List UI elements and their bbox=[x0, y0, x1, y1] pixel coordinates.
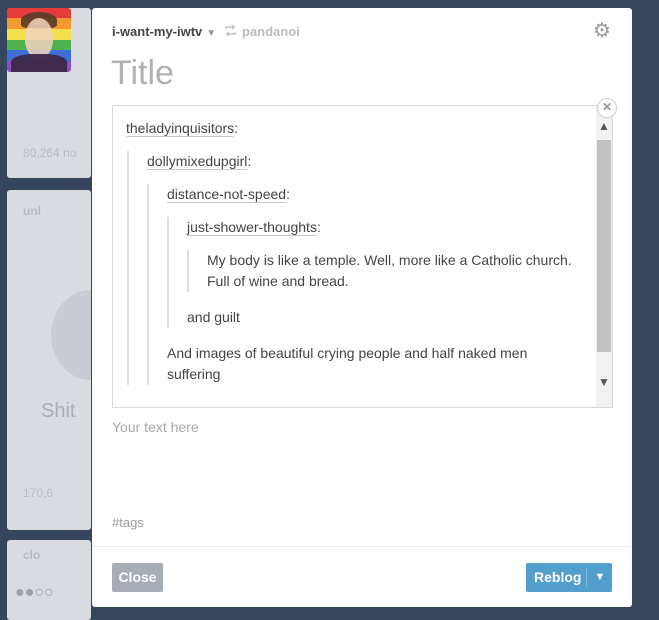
quote-level-4: My body is like a temple. Well, more lik… bbox=[187, 250, 591, 292]
scroll-up-icon[interactable]: ▲ bbox=[596, 118, 612, 134]
title-input[interactable]: Title bbox=[111, 54, 174, 93]
reply-text: suffering bbox=[167, 366, 221, 382]
reblog-button-label: Reblog bbox=[534, 569, 582, 585]
reblog-trail[interactable]: theladyinquisitors: dollymixedupgirl: di… bbox=[112, 105, 613, 408]
post-header: i-want-my-iwtv ▼ pandanoi ⚙ bbox=[112, 21, 612, 42]
background-post-3: clo ●●○○ bbox=[7, 540, 91, 620]
reply-text: and guilt bbox=[187, 309, 240, 325]
button-divider bbox=[586, 568, 587, 587]
reblog-icon bbox=[224, 24, 237, 39]
trail-username[interactable]: dollymixedupgirl: bbox=[147, 151, 591, 172]
close-button[interactable]: Close bbox=[112, 563, 163, 592]
trail-username[interactable]: just-shower-thoughts: bbox=[187, 217, 591, 238]
quote-level-3: just-shower-thoughts: My body is like a … bbox=[167, 217, 591, 328]
scroll-down-icon[interactable]: ▼ bbox=[596, 374, 612, 390]
quote-level-2: distance-not-speed: just-shower-thoughts… bbox=[147, 184, 591, 385]
blog-selector[interactable]: i-want-my-iwtv ▼ bbox=[112, 24, 216, 39]
body-input[interactable]: Your text here bbox=[112, 419, 199, 435]
quote-level-1: dollymixedupgirl: distance-not-speed: ju… bbox=[127, 151, 591, 385]
close-icon[interactable]: ✕ bbox=[597, 98, 617, 118]
avatar[interactable] bbox=[7, 8, 71, 72]
footer-divider bbox=[92, 546, 632, 547]
tags-input[interactable]: #tags bbox=[112, 515, 144, 530]
chevron-down-icon[interactable]: ▼ bbox=[588, 563, 612, 592]
quote-text: Full of wine and bread. bbox=[207, 273, 349, 289]
chevron-down-icon: ▼ bbox=[206, 28, 217, 39]
trail-username[interactable]: distance-not-speed: bbox=[167, 184, 591, 205]
reblog-button[interactable]: Reblog ▼ bbox=[526, 563, 612, 592]
background-post-2: unl Shit 170,6 bbox=[7, 190, 91, 530]
scrollbar-thumb[interactable] bbox=[597, 140, 611, 352]
reblog-source-name: pandanoi bbox=[242, 24, 300, 39]
reblog-source[interactable]: pandanoi bbox=[224, 24, 300, 39]
scrollbar[interactable]: ▲ ▼ bbox=[596, 106, 612, 407]
quote-text: My body is like a temple. Well, more lik… bbox=[207, 252, 572, 268]
reblog-modal: i-want-my-iwtv ▼ pandanoi ⚙ Title ✕ thela… bbox=[92, 8, 632, 607]
gear-icon[interactable]: ⚙ bbox=[592, 21, 612, 42]
blog-name: i-want-my-iwtv bbox=[112, 24, 203, 39]
reply-text: And images of beautiful crying people an… bbox=[167, 345, 528, 361]
trail-username[interactable]: theladyinquisitors: bbox=[126, 118, 591, 139]
